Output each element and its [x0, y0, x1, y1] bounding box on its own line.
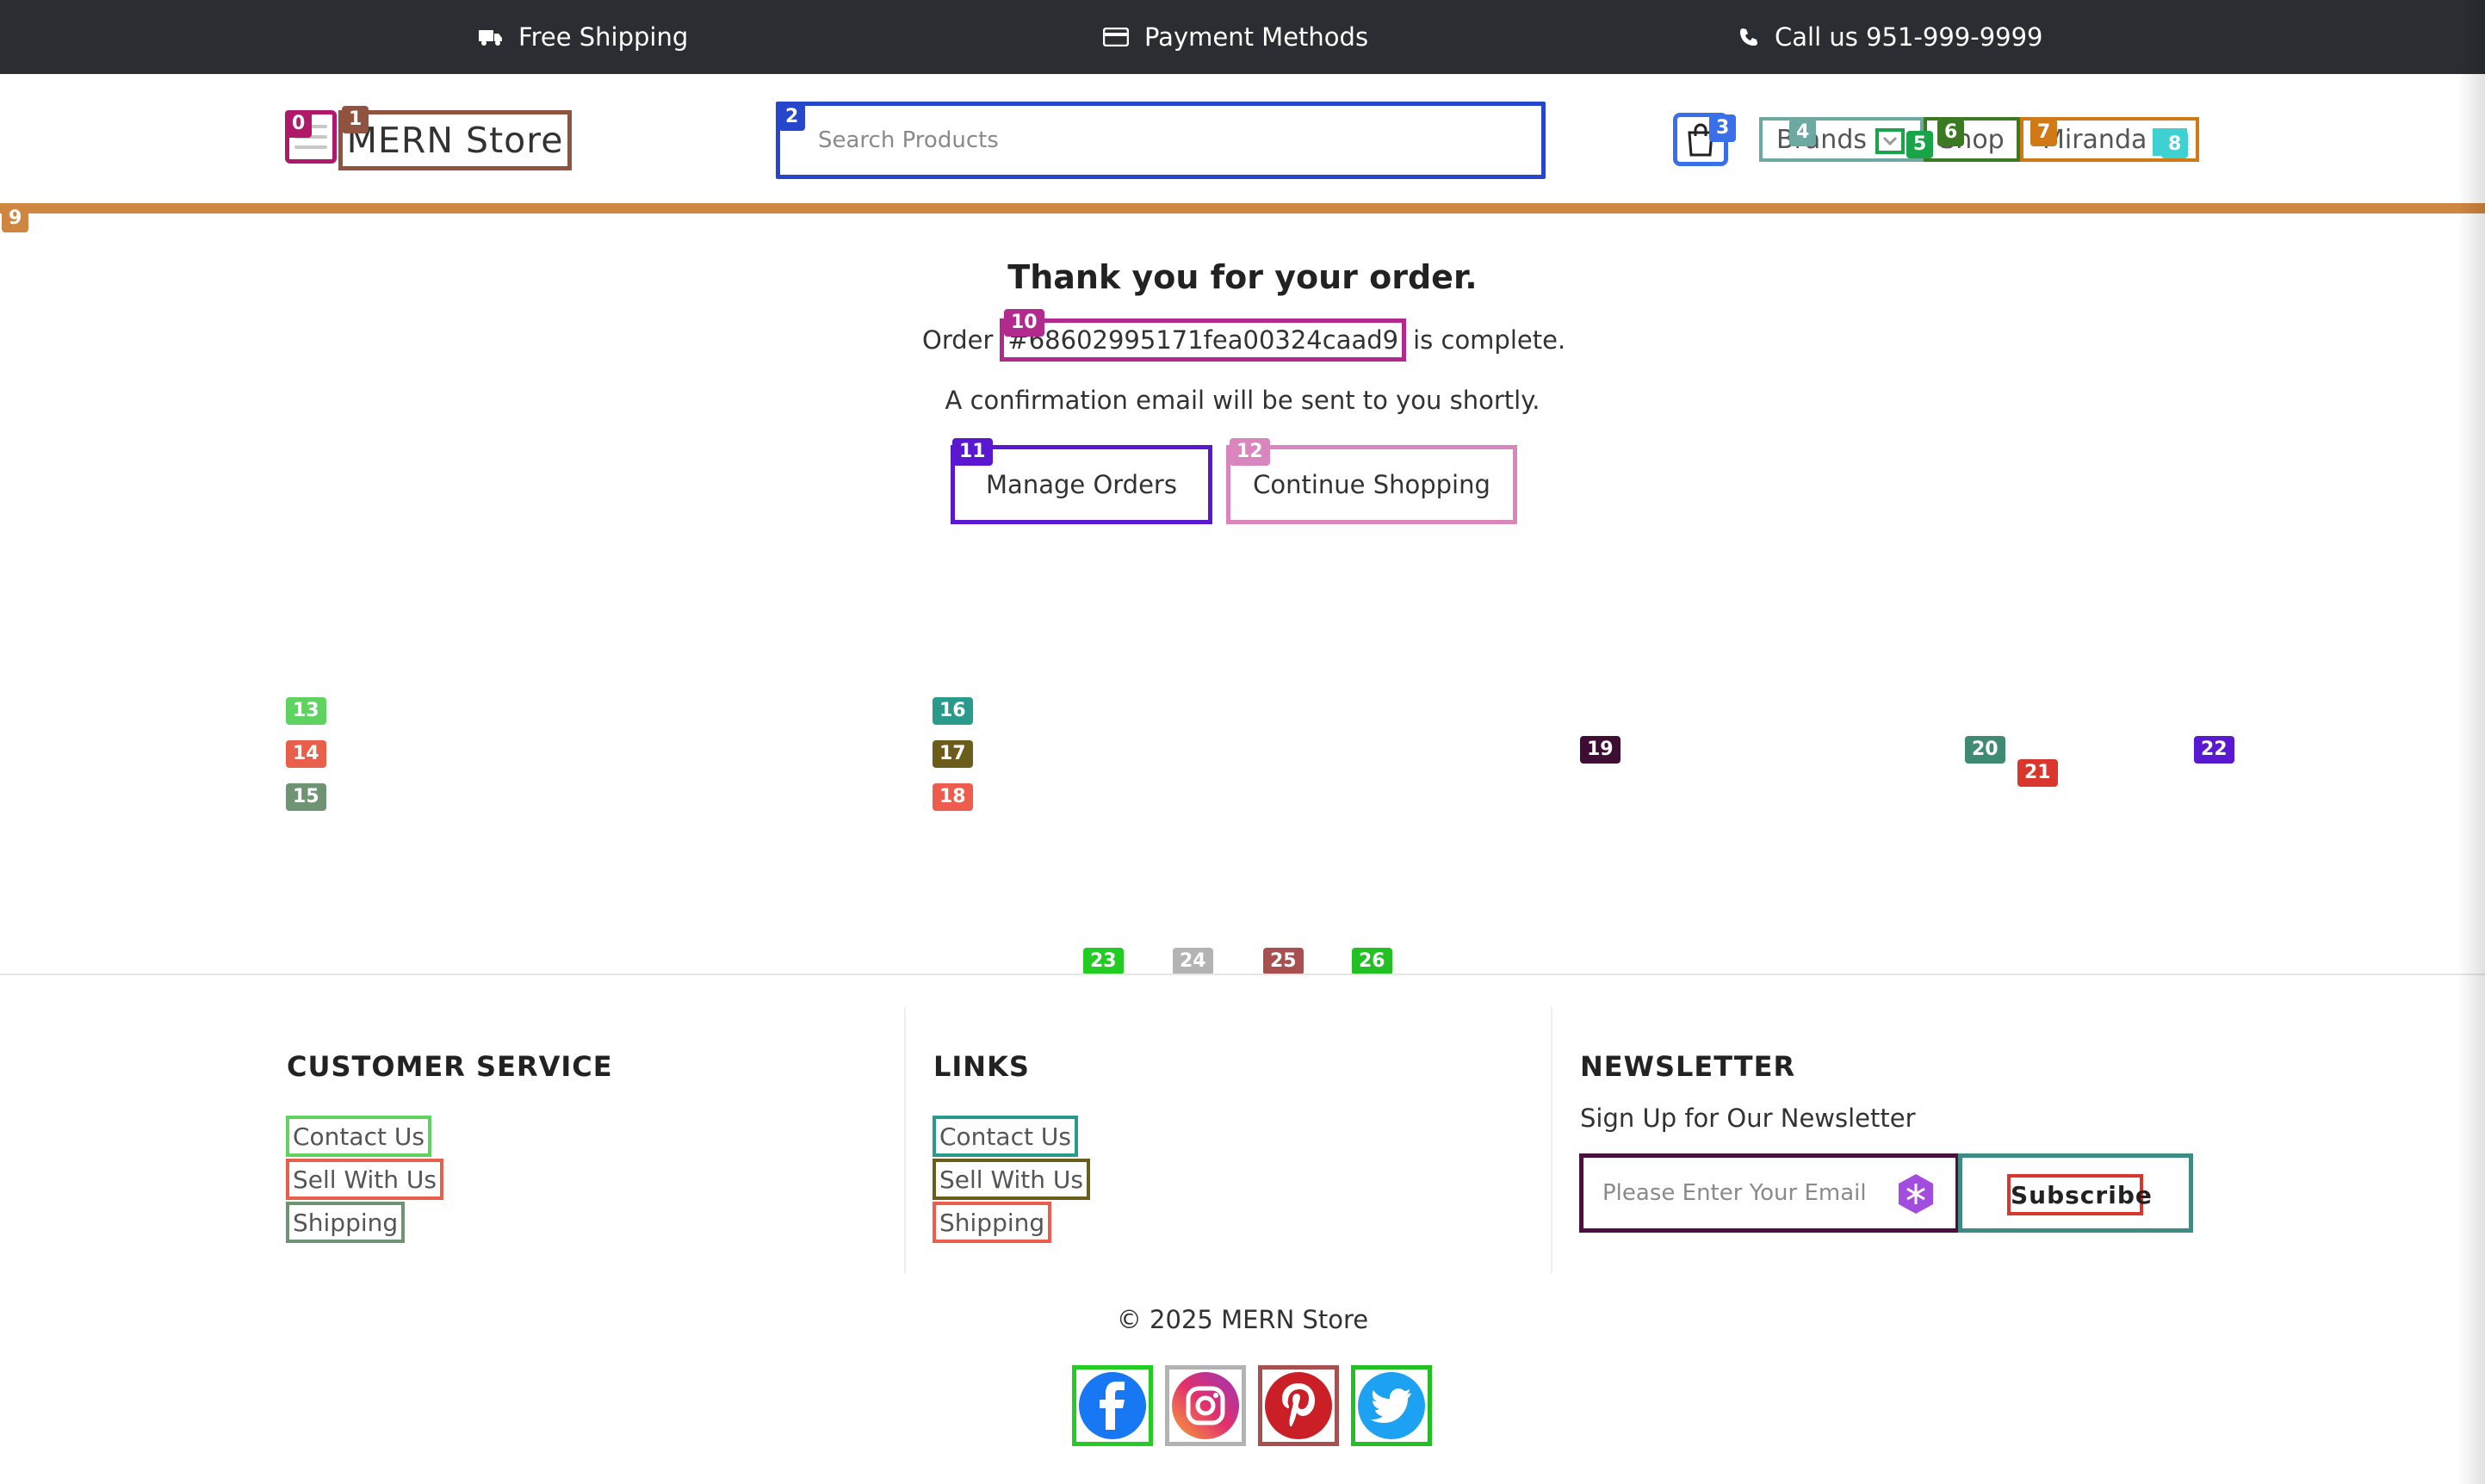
- call-info: Call us 951-999-9999: [1738, 22, 2043, 52]
- order-id-link[interactable]: #68602995171fea00324caad9: [1000, 318, 1407, 362]
- continue-shopping-button[interactable]: Continue Shopping: [1226, 445, 1517, 524]
- marker-badge: 23: [1083, 948, 1124, 975]
- column-divider: [904, 1007, 906, 1274]
- top-info-bar: Free Shipping Payment Methods Call us 95…: [0, 0, 2485, 74]
- free-shipping-info: Free Shipping: [479, 22, 688, 52]
- links-sell-link[interactable]: Sell With Us: [933, 1159, 1091, 1200]
- footer-divider: [0, 974, 2485, 975]
- footer-shipping-link[interactable]: Shipping: [286, 1202, 406, 1243]
- marker-badge: 9: [2, 205, 29, 232]
- chevron-down-icon: [1882, 136, 1898, 146]
- newsletter-subtitle: Sign Up for Our Newsletter: [1580, 1104, 1916, 1133]
- marker-badge: 17: [933, 740, 973, 768]
- marker-badge: 20: [1965, 736, 2005, 764]
- instagram-link[interactable]: [1165, 1365, 1246, 1446]
- order-success-title: Thank you for your order.: [1007, 258, 1478, 296]
- instagram-icon: [1172, 1372, 1239, 1439]
- user-name-label: Miranda: [2042, 124, 2147, 155]
- marker-badge: 4: [1789, 119, 1817, 146]
- search-input[interactable]: [776, 102, 1546, 179]
- marker-badge: 19: [1580, 736, 1621, 764]
- marker-badge: 6: [1937, 119, 1965, 146]
- call-label: Call us 951-999-9999: [1775, 22, 2043, 52]
- footer-contact-link[interactable]: Contact Us: [286, 1116, 431, 1157]
- marker-badge: 5: [1906, 131, 1934, 158]
- facebook-link[interactable]: [1072, 1365, 1153, 1446]
- order-suffix: is complete.: [1413, 325, 1566, 355]
- marker-badge: 25: [1263, 948, 1304, 975]
- column-divider: [1551, 1007, 1552, 1274]
- marker-badge: 1: [342, 106, 369, 133]
- pinterest-icon: [1265, 1372, 1332, 1439]
- header-divider: [0, 203, 2485, 213]
- marker-badge: 3: [1709, 114, 1737, 142]
- password-manager-icon[interactable]: [1894, 1172, 1937, 1215]
- marker-badge: 14: [286, 740, 326, 768]
- phone-icon: [1740, 28, 1757, 46]
- marker-badge: 15: [286, 783, 326, 811]
- order-success-section: Thank you for your order.: [0, 258, 2485, 296]
- marker-badge: 10: [1004, 309, 1044, 337]
- marker-badge: 12: [1230, 438, 1270, 466]
- menu-bar: [294, 145, 327, 149]
- links-contact-link[interactable]: Contact Us: [933, 1116, 1078, 1157]
- brands-chevron-button[interactable]: [1875, 128, 1905, 154]
- order-prefix: Order: [922, 325, 994, 355]
- marker-badge: 26: [1352, 948, 1392, 975]
- payment-methods-info: Payment Methods: [1103, 22, 1368, 52]
- twitter-icon: [1358, 1372, 1425, 1439]
- marker-badge: 16: [933, 697, 973, 725]
- footer-sell-link[interactable]: Sell With Us: [286, 1159, 444, 1200]
- marker-badge: 13: [286, 697, 326, 725]
- links-shipping-link[interactable]: Shipping: [933, 1202, 1052, 1243]
- copyright-text: © 2025 MERN Store: [1116, 1305, 1369, 1334]
- marker-badge: 11: [952, 438, 993, 466]
- marker-badge: 8: [2161, 131, 2189, 158]
- store-logo-link[interactable]: MERN Store: [338, 110, 572, 170]
- links-title: LINKS: [933, 1050, 1030, 1083]
- pinterest-link[interactable]: [1258, 1365, 1339, 1446]
- marker-badge: 0: [285, 110, 313, 138]
- newsletter-title: NEWSLETTER: [1580, 1050, 1796, 1083]
- marker-badge: 22: [2194, 736, 2234, 764]
- subscribe-button[interactable]: Subscribe: [2007, 1174, 2152, 1215]
- payment-methods-label: Payment Methods: [1144, 22, 1369, 52]
- free-shipping-label: Free Shipping: [518, 22, 689, 52]
- marker-badge: 21: [2017, 759, 2058, 787]
- credit-card-icon: [1103, 28, 1129, 46]
- customer-service-title: CUSTOMER SERVICE: [287, 1050, 613, 1083]
- marker-badge: 18: [933, 783, 973, 811]
- confirmation-message: A confirmation email will be sent to you…: [945, 386, 1540, 415]
- twitter-link[interactable]: [1351, 1365, 1432, 1446]
- marker-badge: 2: [778, 103, 806, 131]
- window-edge-shadow: [2457, 0, 2485, 1484]
- facebook-icon: [1079, 1372, 1146, 1439]
- truck-icon: [479, 30, 502, 46]
- marker-badge: 24: [1173, 948, 1213, 975]
- marker-badge: 7: [2030, 119, 2058, 146]
